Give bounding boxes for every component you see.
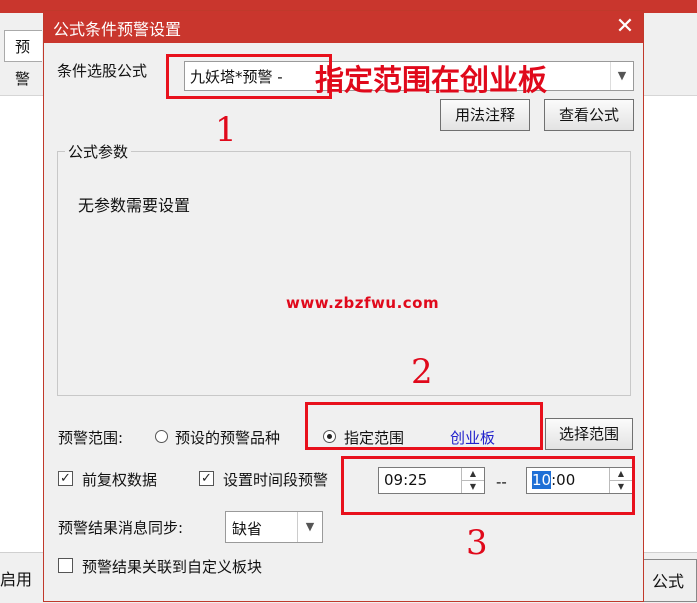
radio-preset-range[interactable]	[155, 430, 168, 443]
usage-notes-button[interactable]: 用法注释	[440, 99, 530, 131]
annotation-number-2: 2	[411, 352, 433, 392]
checkbox-forward-adjusted[interactable]: ✓	[58, 471, 73, 486]
params-group-title: 公式参数	[65, 141, 132, 162]
background-formula-button[interactable]: 公式	[639, 559, 697, 602]
watermark-text: www.zbzfwu.com	[286, 294, 440, 312]
annotation-banner: 指定范围在创业板	[315, 63, 548, 97]
dialog-titlebar: 公式条件预警设置 ✕	[44, 11, 643, 43]
annotation-box-2	[305, 402, 543, 450]
enable-label: 启用	[0, 570, 33, 589]
background-tab[interactable]: 预警	[4, 30, 42, 88]
radio-preset-label[interactable]: 预设的预警品种	[175, 427, 280, 448]
link-block-label[interactable]: 预警结果关联到自定义板块	[82, 556, 262, 577]
chevron-down-icon[interactable]: ▼	[297, 512, 322, 542]
checkbox-link-block[interactable]	[58, 558, 73, 573]
annotation-box-3	[341, 456, 635, 515]
sync-select[interactable]: 缺省 ▼	[225, 511, 323, 543]
sync-label: 预警结果消息同步:	[58, 519, 184, 537]
sync-select-value: 缺省	[232, 520, 263, 538]
forward-adjusted-label[interactable]: 前复权数据	[82, 469, 157, 490]
no-params-message: 无参数需要设置	[78, 196, 191, 215]
checkbox-time-period[interactable]: ✓	[199, 471, 214, 486]
dialog-title: 公式条件预警设置	[53, 20, 182, 39]
formula-label: 条件选股公式	[57, 62, 148, 80]
view-formula-button[interactable]: 查看公式	[544, 99, 634, 131]
close-icon[interactable]: ✕	[611, 13, 639, 41]
annotation-number-1: 1	[215, 110, 237, 150]
select-range-button[interactable]: 选择范围	[545, 418, 633, 450]
formula-params-group: 公式参数 无参数需要设置 www.zbzfwu.com	[57, 141, 631, 396]
time-period-label[interactable]: 设置时间段预警	[223, 469, 328, 490]
annotation-box-1	[166, 54, 332, 99]
range-label: 预警范围:	[58, 429, 124, 447]
chevron-down-icon[interactable]: ▼	[610, 62, 633, 90]
annotation-number-3: 3	[466, 523, 488, 563]
